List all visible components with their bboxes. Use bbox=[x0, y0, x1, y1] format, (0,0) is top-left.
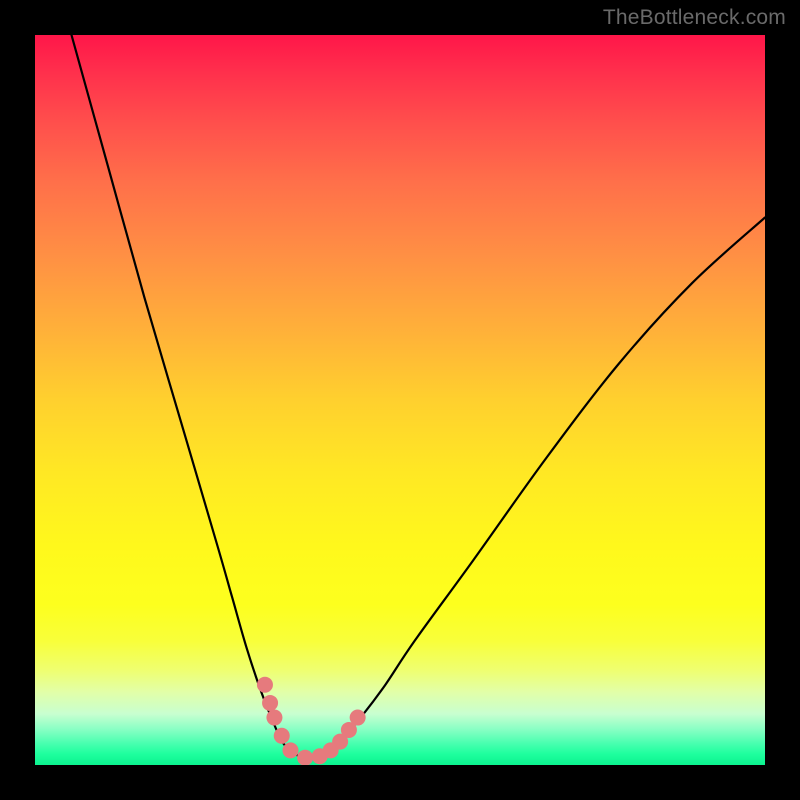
curve-marker bbox=[297, 750, 313, 765]
curve-marker bbox=[262, 695, 278, 711]
watermark-text: TheBottleneck.com bbox=[603, 6, 786, 30]
chart-plot-area bbox=[35, 35, 765, 765]
bottleneck-curve bbox=[72, 35, 766, 758]
curve-marker bbox=[274, 728, 290, 744]
curve-markers bbox=[257, 677, 366, 765]
curve-marker bbox=[257, 677, 273, 693]
curve-marker bbox=[350, 710, 366, 726]
curve-marker bbox=[283, 742, 299, 758]
curve-svg bbox=[35, 35, 765, 765]
curve-marker bbox=[266, 710, 282, 726]
